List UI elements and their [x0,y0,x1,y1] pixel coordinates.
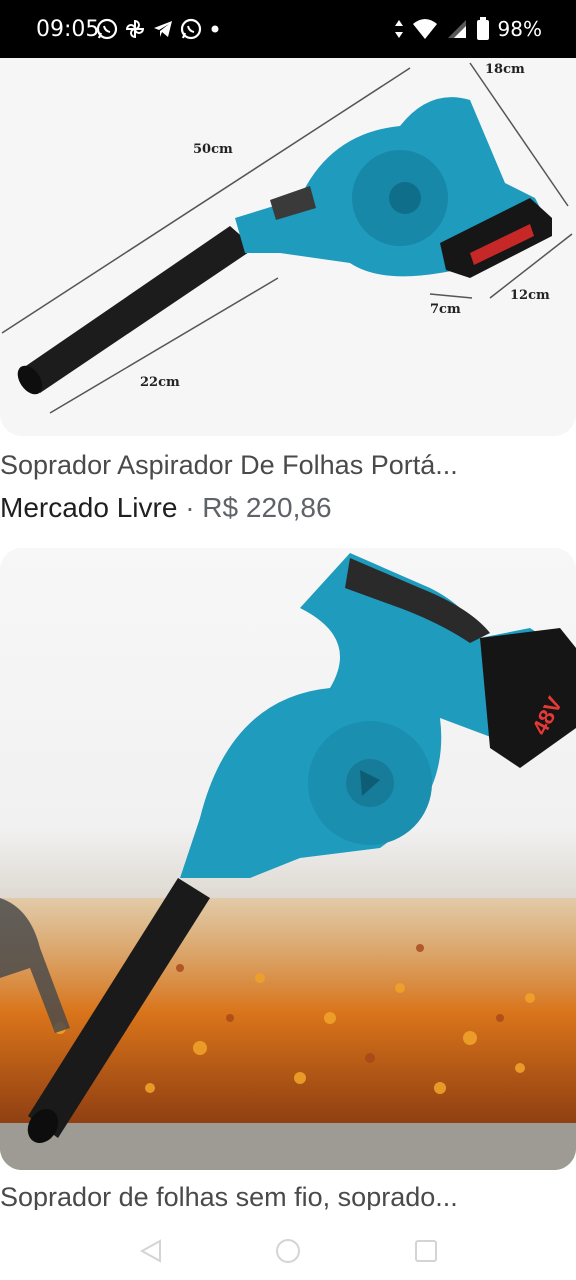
recents-button[interactable] [413,1238,439,1264]
leaf-blower-dimensions-image [1,62,573,414]
back-button[interactable] [138,1238,164,1264]
navigation-bar [0,1210,576,1280]
status-bar: 09:05 98% [0,0,576,58]
battery-percent: 98% [497,17,542,41]
result-title-1[interactable]: Soprador Aspirador De Folhas Portá... [0,450,458,481]
notification-icons [96,16,222,42]
height-label: 12cm [510,288,550,303]
result-image-2[interactable]: 48V [0,548,576,1170]
price: R$ 220,86 [202,492,332,523]
leaf-blower-leaves-image [0,548,576,1170]
telegram-icon [154,21,172,37]
nozzle-label: 22cm [140,375,180,390]
signal-icon [447,20,466,38]
merchant-name: Mercado Livre [0,492,178,523]
result-image-1[interactable]: 50cm 18cm 12cm 7cm 22cm [0,58,576,436]
pinwheel-icon [125,19,145,39]
dot-icon [211,25,219,33]
price-separator: · [185,492,195,523]
status-time: 09:05 [36,17,100,42]
length-label: 50cm [193,142,233,157]
system-icons: 98% [394,16,542,42]
home-button[interactable] [275,1238,301,1264]
wifi-icon [412,19,437,39]
whatsapp-icon [180,18,202,40]
result-title-2[interactable]: Soprador de folhas sem fio, soprado... [0,1182,458,1213]
depth-label: 18cm [485,62,525,77]
battery-icon [476,17,489,40]
handle-label: 7cm [430,302,461,317]
result-source-line[interactable]: Mercado Livre · R$ 220,86 [0,492,332,524]
data-arrows-icon [394,20,403,38]
whatsapp-icon [96,18,118,40]
